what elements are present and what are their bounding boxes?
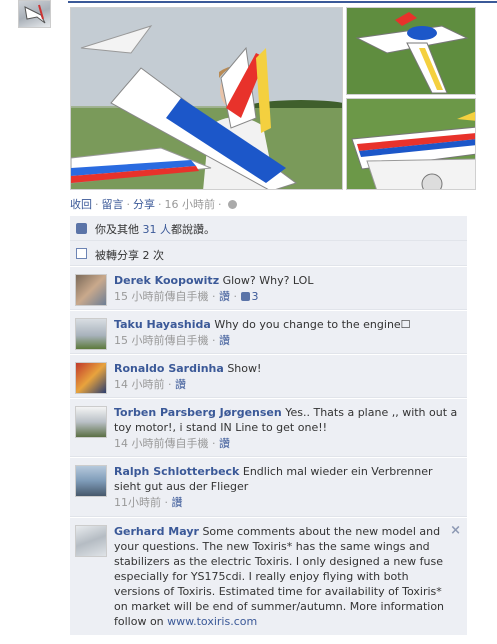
commenter-avatar[interactable] [75, 318, 107, 350]
like-thumb-icon [240, 292, 250, 301]
post-actions: 收回 · 留言 · 分享 · 16 小時前 · [70, 196, 237, 211]
separator: · [95, 198, 99, 211]
comment-text: Glow? Why? LOL [222, 274, 314, 287]
comment-author[interactable]: Ralph Schlotterbeck [114, 465, 239, 478]
close-icon[interactable]: × [450, 523, 461, 538]
post-timestamp[interactable]: 16 小時前 [165, 198, 216, 211]
comment-item: Ralph Schlotterbeck Endlich mal wieder e… [70, 457, 467, 517]
main-photo-illustration [71, 8, 342, 189]
share-icon [76, 248, 87, 259]
comment-time[interactable]: 14 小時前傳自手機 [114, 437, 209, 450]
shares-text: 被轉分享 2 次 [95, 249, 164, 262]
comment-link[interactable]: 留言 [102, 198, 124, 211]
poster-avatar[interactable] [18, 0, 51, 28]
commenter-avatar[interactable] [75, 525, 107, 557]
comment-like-link[interactable]: 讚 [219, 290, 230, 303]
thumb-bottom-illustration [347, 99, 475, 189]
thumbnail-photo-bottom[interactable] [346, 98, 476, 190]
comment-author[interactable]: Taku Hayashida [114, 318, 211, 331]
commenter-avatar[interactable] [75, 406, 107, 438]
comment-text: Why do you change to the engine☐ [214, 318, 411, 331]
main-photo[interactable] [70, 7, 343, 190]
comment-url-link[interactable]: www.toxiris.com [167, 615, 257, 628]
comment-item: Taku Hayashida Why do you change to the … [70, 310, 467, 354]
comment-author[interactable]: Gerhard Mayr [114, 525, 199, 538]
comment-time[interactable]: 14 小時前 [114, 378, 165, 391]
comment-text: Show! [227, 362, 262, 375]
comment-like-link[interactable]: 讚 [172, 496, 183, 509]
comment-time[interactable]: 15 小時前傳自手機 [114, 290, 209, 303]
comment-text: Some comments about the new model and yo… [114, 525, 445, 628]
comment-like-link[interactable]: 讚 [219, 437, 230, 450]
header-divider [68, 1, 497, 3]
feedback-panel: 你及其他 31 人都說讚。 被轉分享 2 次 Derek Koopowitz G… [70, 216, 467, 635]
comment-like-link[interactable]: 讚 [175, 378, 186, 391]
comment-author[interactable]: Torben Parsberg Jørgensen [114, 406, 282, 419]
likes-suffix: 都說讚。 [171, 223, 215, 236]
globe-icon[interactable] [227, 200, 237, 209]
comment-item: Ronaldo Sardinha Show! 14 小時前 · 讚 [70, 354, 467, 398]
commenter-avatar[interactable] [75, 274, 107, 306]
thumbnail-photo-top[interactable] [346, 7, 476, 95]
commenter-avatar[interactable] [75, 465, 107, 497]
unlike-link[interactable]: 收回 [70, 198, 92, 211]
likes-summary: 你及其他 31 人都說讚。 [70, 216, 467, 241]
comment-like-link[interactable]: 讚 [219, 334, 230, 347]
avatar-plane-icon [24, 4, 46, 24]
shares-summary[interactable]: 被轉分享 2 次 [70, 241, 467, 266]
comment-item: Torben Parsberg Jørgensen Yes.. Thats a … [70, 398, 467, 457]
comment-author[interactable]: Ronaldo Sardinha [114, 362, 224, 375]
comment-like-count[interactable]: 3 [252, 290, 259, 303]
commenter-avatar[interactable] [75, 362, 107, 394]
comment-item: Derek Koopowitz Glow? Why? LOL 15 小時前傳自手… [70, 266, 467, 310]
likes-prefix: 你及其他 [95, 223, 139, 236]
thumb-top-illustration [347, 8, 475, 94]
comment-author[interactable]: Derek Koopowitz [114, 274, 219, 287]
separator: · [218, 198, 222, 211]
comment-item: × Gerhard Mayr Some comments about the n… [70, 517, 467, 635]
separator: · [126, 198, 131, 211]
separator: · [158, 198, 162, 211]
likes-count-link[interactable]: 31 人 [143, 223, 172, 236]
comment-time[interactable]: 11小時前 [114, 496, 161, 509]
like-thumb-icon [76, 223, 87, 234]
share-link[interactable]: 分享 [133, 198, 155, 211]
comment-time[interactable]: 15 小時前傳自手機 [114, 334, 209, 347]
